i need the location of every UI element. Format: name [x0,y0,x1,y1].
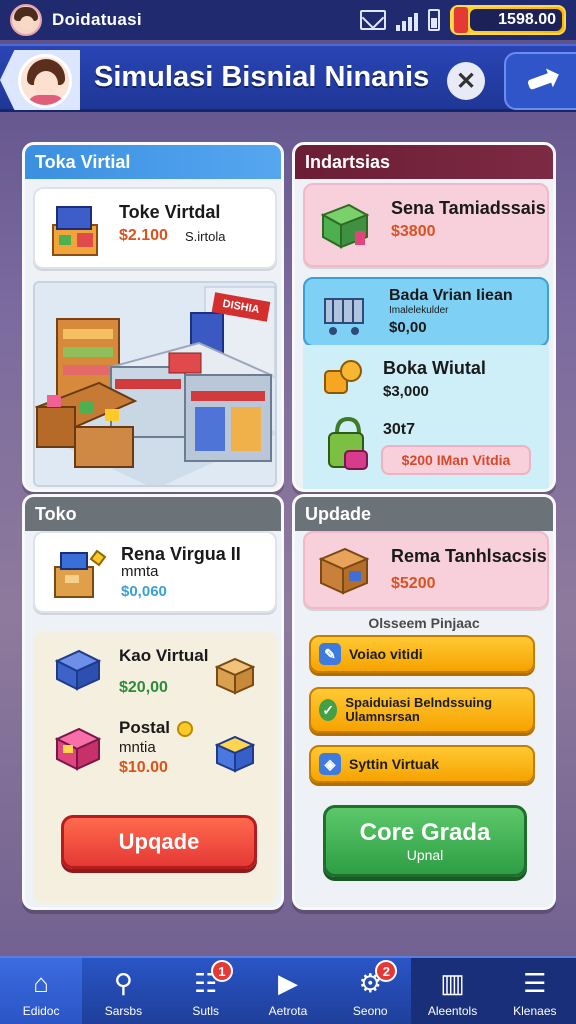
core-upgrade-button[interactable]: Core Grada Upnal [323,805,527,877]
book-icon: ▥ [440,967,465,998]
shield-icon: ◈ [319,753,341,775]
coin-value: 1598.00 [470,9,562,31]
indartsias-item-2[interactable]: Bada Vrian Iiean Imalelekulder $0,00 [303,277,549,347]
nav-item-play[interactable]: ▶ Aetrota [247,958,329,1024]
home-icon: ⌂ [33,967,49,998]
trend-arrow-icon [527,71,555,91]
nav-item-menu[interactable]: ☰ Klenaes [493,958,576,1024]
section-label: Olsseem Pinjaac [368,615,480,631]
panel-update-title: Updade [295,497,553,531]
cash-register-icon [51,547,107,601]
brown-crate-icon [317,545,371,597]
close-button[interactable]: ✕ [447,62,485,100]
menu-icon: ☰ [523,967,547,998]
upgrade-button[interactable]: Upqade [61,815,257,869]
panel-update: Updade Rema Tanhlsacsis $5200 Olsseem Pi… [292,494,556,910]
nav-item-settings[interactable]: ⚙ 2 Seono [329,958,411,1024]
panel-toko-title: Toko [25,497,281,531]
update-card-title: Rema Tanhlsacsis [391,546,547,566]
user-avatar[interactable] [10,4,42,36]
nav-item-search[interactable]: ⚲ Sarsbs [82,958,164,1024]
toko-card[interactable]: Rena Virgua II mmta $0,060 [33,531,277,613]
toko-item-1-title: Kao Virtual [119,646,209,665]
page-title: Simulasi Bisnial Ninanis [94,61,430,93]
pencil-icon: ✎ [319,643,341,665]
mail-icon[interactable] [360,10,386,30]
panel-indartsias: Indartsias Sena Tamiadssais $3800 Bada V… [292,142,556,492]
search-icon: ⚲ [113,967,133,998]
gift-box-icon [53,723,103,773]
app-header: Simulasi Bisnial Ninanis ✕ [0,44,576,112]
toko-virtual-card[interactable]: Toke Virtdal $2.100 S.irtola [33,187,277,269]
battery-icon [428,9,440,31]
option-button-1[interactable]: ✎ Voiao vitidi [309,635,535,673]
toko-virtual-card-title: Toke Virtdal [119,202,221,222]
nav-label-search: Sarsbs [104,1004,143,1018]
notification-badge: 2 [375,960,398,982]
nav-label-book: Aleentols [427,1004,478,1018]
signal-icon [396,9,418,31]
update-card[interactable]: Rema Tanhlsacsis $5200 [303,531,549,609]
nav-item-list[interactable]: ☷ 1 Sutls [165,958,247,1024]
option-button-2[interactable]: ✓ Spaiduiasi Belndssuing Ulamnsrsan [309,687,535,733]
indartsias-item-3-price: $3,000 [383,383,429,400]
panel-toko-virtual: Toka Virtial Toke Virtdal $2.100 S.irtol… [22,142,284,492]
option-button-1-label: Voiao vitidi [349,646,423,662]
profile-avatar[interactable] [18,54,72,108]
toko-item-2-sub: mntia [119,739,156,756]
toko-virtual-card-price: $2.100 [119,227,168,244]
indartsias-item-3-title: Boka Wiutal [383,358,486,378]
panel-toko: Toko Rena Virgua II mmta $0,060 Kao Virt… [22,494,284,910]
toko-card-title: Rena Virgua II [121,544,241,564]
toy-bear-icon [321,357,367,397]
panel-toko-virtual-title: Toka Virtial [25,145,281,179]
indartsias-item-2-price: $0,00 [389,319,427,336]
indartsias-item-4-title: 30t7 [383,421,416,438]
coin-counter[interactable]: 1598.00 [450,5,566,35]
notification-badge: 1 [210,960,233,982]
store-illustration: DISHIA [33,281,277,487]
status-title: Doidatuasi [52,10,142,29]
indartsias-item-1[interactable]: Sena Tamiadssais $3800 [303,183,549,267]
bottom-navigation: ⌂ Edidoc ⚲ Sarsbs ☷ 1 Sutls ▶ Aetrota ⚙ … [0,956,576,1024]
toko-card-price: $0,060 [121,583,167,600]
toko-item-2-price: $10.00 [119,759,168,776]
nav-label-list: Sutls [192,1004,220,1018]
shopping-bag-icon [325,415,371,473]
nav-label-settings: Seono [352,1004,388,1018]
option-button-3[interactable]: ◈ Syttin Virtuak [309,745,535,783]
toko-item-2-title: Postal [119,718,171,737]
blue-crate-icon [214,733,256,775]
indartsias-item-2-sub: Imalelekulder [389,305,449,316]
check-icon: ✓ [319,699,338,721]
coin-icon [177,721,193,737]
shop-box-icon [49,203,101,259]
nav-label-play: Aetrota [268,1004,308,1018]
toko-virtual-card-sub: S.irtola [185,229,226,244]
nav-label-home: Edidoc [22,1004,60,1018]
trend-button[interactable] [504,52,576,110]
status-bar: Doidatuasi 1598.00 [0,0,576,40]
cardboard-box-icon [214,655,256,697]
nav-item-home[interactable]: ⌂ Edidoc [0,958,83,1024]
option-button-2-label: Spaiduiasi Belndssuing Ulamnsrsan [345,695,493,724]
indartsias-item-1-title: Sena Tamiadssais [391,198,546,218]
core-upgrade-sub: Upnal [406,847,444,863]
coin-icon [454,7,468,33]
nav-label-menu: Klenaes [513,1004,557,1018]
indartsias-item-1-price: $3800 [391,223,436,240]
blue-box-icon [53,647,103,693]
toko-card-sub: mmta [121,563,159,580]
core-upgrade-label: Core Grada [359,819,491,846]
indartsias-item-2-title: Bada Vrian Iiean [389,287,513,304]
nav-item-book[interactable]: ▥ Aleentols [411,958,494,1024]
toko-item-1-price: $20,00 [119,679,168,696]
update-card-price: $5200 [391,575,436,592]
play-icon: ▶ [277,967,298,998]
buy-item-button[interactable]: $200 IMan Vitdia [381,445,531,475]
option-button-3-label: Syttin Virtuak [349,756,439,772]
panel-indartsias-title: Indartsias [295,145,553,179]
shopping-cart-icon [319,289,369,337]
green-crate-icon [319,201,371,251]
